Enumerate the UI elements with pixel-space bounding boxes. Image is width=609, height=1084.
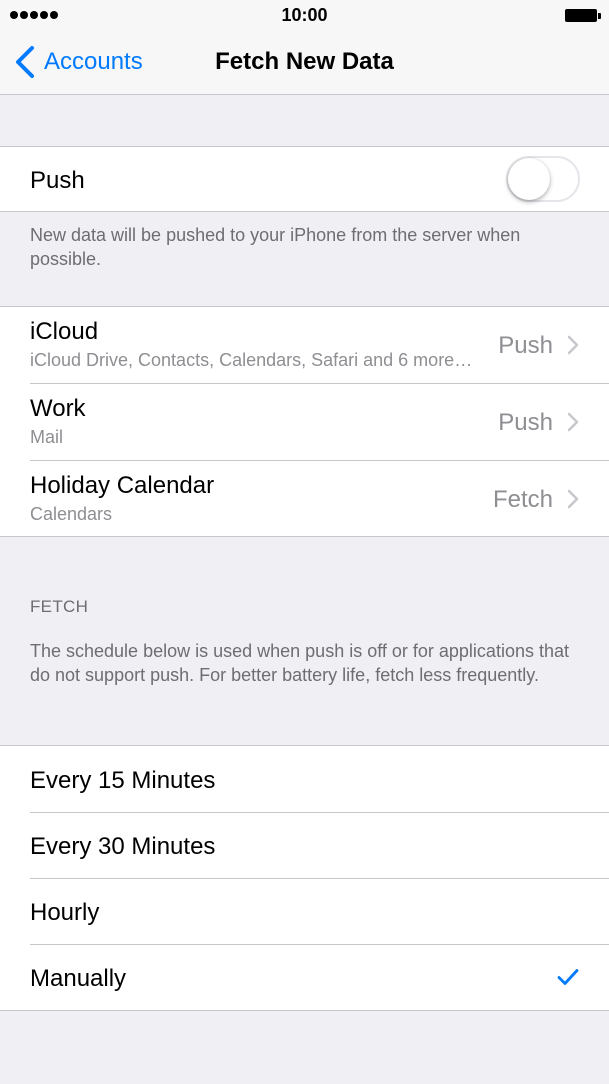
account-name: Holiday Calendar bbox=[30, 472, 215, 499]
status-time: 10:00 bbox=[281, 5, 328, 25]
account-row-icloud[interactable]: iCloud iCloud Drive, Contacts, Calendars… bbox=[0, 307, 609, 383]
fetch-option-every-15-minutes[interactable]: Every 15 Minutes bbox=[0, 746, 609, 812]
account-mode: Push bbox=[498, 409, 553, 436]
checkmark-icon bbox=[557, 969, 579, 985]
fetch-option-label: Hourly bbox=[30, 899, 100, 926]
push-toggle[interactable] bbox=[506, 156, 580, 202]
account-row-holiday-calendar[interactable]: Holiday Calendar Calendars Fetch bbox=[0, 460, 609, 536]
fetch-section-header: FETCH bbox=[30, 597, 89, 616]
fetch-option-label: Every 30 Minutes bbox=[30, 833, 216, 860]
account-name: iCloud bbox=[30, 318, 99, 345]
chevron-right-icon bbox=[567, 412, 579, 432]
account-services: iCloud Drive, Contacts, Calendars, Safar… bbox=[30, 350, 473, 370]
accounts-group: iCloud iCloud Drive, Contacts, Calendars… bbox=[0, 306, 609, 537]
fetch-option-label: Every 15 Minutes bbox=[30, 767, 216, 794]
account-row-work[interactable]: Work Mail Push bbox=[0, 383, 609, 460]
battery-icon bbox=[565, 9, 601, 22]
page-title: Fetch New Data bbox=[215, 48, 394, 75]
fetch-option-label: Manually bbox=[30, 965, 127, 992]
fetch-option-manually[interactable]: Manually bbox=[0, 944, 609, 1010]
account-name: Work bbox=[30, 395, 86, 422]
fetch-option-every-30-minutes[interactable]: Every 30 Minutes bbox=[0, 812, 609, 878]
account-mode: Fetch bbox=[492, 486, 553, 513]
push-group: Push bbox=[0, 146, 609, 212]
chevron-right-icon bbox=[567, 489, 579, 509]
fetch-description: The schedule below is used when push is … bbox=[30, 641, 569, 685]
account-services: Mail bbox=[30, 427, 64, 447]
chevron-right-icon bbox=[567, 335, 579, 355]
push-row: Push bbox=[0, 147, 609, 211]
navigation-bar: Accounts Fetch New Data bbox=[0, 30, 609, 95]
account-mode: Push bbox=[498, 332, 553, 359]
toggle-knob bbox=[508, 158, 550, 200]
push-footnote: New data will be pushed to your iPhone f… bbox=[30, 225, 521, 269]
status-bar: 10:00 bbox=[0, 0, 609, 30]
fetch-option-hourly[interactable]: Hourly bbox=[0, 878, 609, 944]
fetch-options-group: Every 15 Minutes Every 30 Minutes Hourly… bbox=[0, 745, 609, 1011]
account-services: Calendars bbox=[30, 504, 113, 524]
push-label: Push bbox=[30, 167, 85, 194]
